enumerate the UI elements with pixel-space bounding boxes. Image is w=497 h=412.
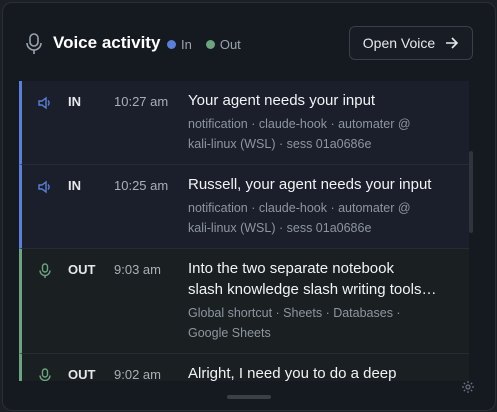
legend: In Out: [167, 37, 255, 52]
legend-dot-in: [167, 40, 176, 49]
list-item[interactable]: IN 10:25 am Russell, your agent needs yo…: [19, 165, 469, 249]
page-title: Voice activity: [53, 33, 161, 52]
meta-line-2: kali-linux (WSL) · sess 01a0686e: [188, 221, 372, 235]
speaker-icon: [38, 180, 50, 194]
meta-line-2: kali-linux (WSL) · sess 01a0686e: [188, 137, 372, 151]
activity-list[interactable]: IN 10:27 am Your agent needs your input …: [19, 81, 469, 381]
legend-label-out: Out: [219, 37, 241, 52]
list-item[interactable]: OUT 9:03 am Into the two separate notebo…: [19, 249, 469, 354]
scrollbar-thumb[interactable]: [469, 151, 473, 233]
arrow-right-icon: [446, 37, 459, 49]
mic-icon: [39, 263, 51, 278]
meta-line-2: Google Sheets: [188, 326, 271, 340]
open-voice-button[interactable]: Open Voice: [349, 26, 473, 60]
legend-dot-out: [205, 40, 215, 49]
timestamp: 9:03 am: [114, 262, 161, 277]
mic-icon: [39, 368, 51, 381]
direction-label: IN: [68, 94, 81, 109]
open-voice-label: Open Voice: [362, 35, 436, 51]
message-text: Alright, I need you to do a deep: [188, 365, 397, 381]
header: Voice activity In Out Open Voice: [3, 3, 495, 81]
direction-label: IN: [68, 178, 81, 193]
timestamp: 9:02 am: [114, 367, 161, 381]
mic-icon: [26, 33, 42, 54]
meta-line-1: Global shortcut · Sheets · Databases ·: [188, 306, 401, 320]
message-line-1: Into the two separate notebook: [188, 260, 394, 277]
meta-line-1: notification · claude-hook · automater @: [188, 117, 411, 131]
direction-label: OUT: [68, 262, 96, 277]
list-item[interactable]: IN 10:27 am Your agent needs your input …: [19, 81, 469, 165]
voice-activity-panel: Voice activity In Out Open Voice IN 10:2…: [2, 2, 496, 411]
timestamp: 10:27 am: [114, 94, 169, 109]
legend-item-out: Out: [205, 37, 241, 52]
message-text: Russell, your agent needs your input: [188, 176, 432, 193]
direction-label: OUT: [68, 367, 96, 381]
speaker-icon: [38, 96, 50, 110]
gear-icon[interactable]: [461, 380, 475, 394]
legend-label-in: In: [181, 37, 192, 52]
legend-item-in: In: [167, 37, 192, 52]
message-text: Your agent needs your input: [188, 92, 376, 109]
timestamp: 10:25 am: [114, 178, 169, 193]
list-item[interactable]: OUT 9:02 am Alright, I need you to do a …: [19, 354, 469, 381]
meta-line-1: notification · claude-hook · automater @: [188, 201, 411, 215]
message-line-2: slash knowledge slash writing tools…: [188, 281, 437, 298]
resize-handle[interactable]: [227, 395, 271, 399]
